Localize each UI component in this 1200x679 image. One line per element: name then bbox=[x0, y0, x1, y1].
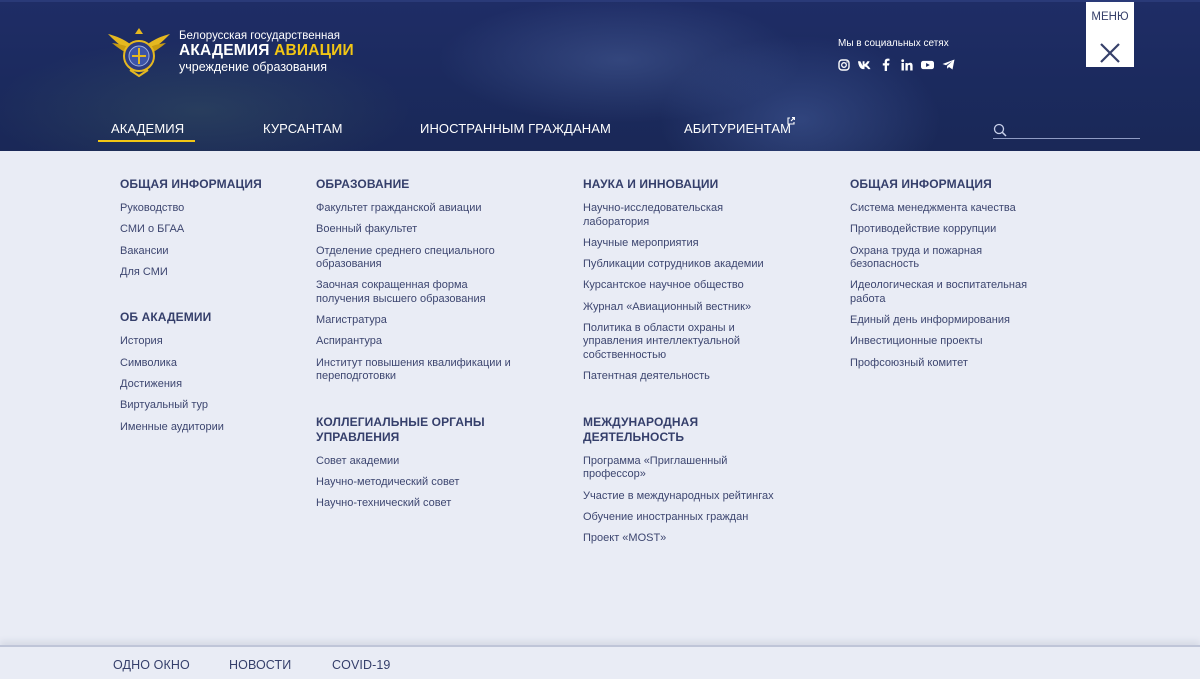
menu-link[interactable]: Журнал «Авиационный вестник» bbox=[583, 301, 788, 315]
menu-group-general-info-2: ОБЩАЯ ИНФОРМАЦИЯ Система менеджмента кач… bbox=[850, 177, 1050, 370]
menu-link[interactable]: Курсантское научное общество bbox=[583, 279, 788, 293]
menu-group-science: НАУКА И ИННОВАЦИИ Научно-исследовательск… bbox=[583, 177, 788, 384]
menu-link[interactable]: Руководство bbox=[120, 202, 300, 216]
brand-word-aviation: АВИАЦИИ bbox=[274, 42, 354, 59]
menu-link[interactable]: Отделение среднего специального образова… bbox=[316, 245, 521, 272]
menu-group-title: ОБ АКАДЕМИИ bbox=[120, 310, 212, 325]
menu-link[interactable]: Научные мероприятия bbox=[583, 237, 788, 251]
menu-group-title: ОБРАЗОВАНИЕ bbox=[316, 177, 410, 191]
external-link-icon bbox=[787, 117, 795, 125]
menu-link[interactable]: Магистратура bbox=[316, 314, 521, 328]
menu-link[interactable]: Публикации сотрудников академии bbox=[583, 258, 788, 272]
menu-link[interactable]: Обучение иностранных граждан bbox=[583, 511, 788, 525]
menu-link[interactable]: Патентная деятельность bbox=[583, 370, 788, 384]
footer-link-one-window[interactable]: ОДНО ОКНО bbox=[113, 658, 190, 672]
menu-group-title: НАУКА И ИННОВАЦИИ bbox=[583, 177, 719, 191]
menu-link[interactable]: Институт повышения квалификации и перепо… bbox=[316, 357, 521, 384]
menu-link[interactable]: Именные аудитории bbox=[120, 421, 300, 435]
menu-group-title: ОБЩАЯ ИНФОРМАЦИЯ bbox=[850, 177, 992, 191]
menu-link[interactable]: Виртуальный тур bbox=[120, 399, 300, 413]
close-icon bbox=[1100, 43, 1120, 63]
nav-item-academy[interactable]: АКАДЕМИЯ bbox=[111, 121, 184, 136]
menu-link[interactable]: СМИ о БГАА bbox=[120, 223, 300, 237]
menu-link[interactable]: Вакансии bbox=[120, 245, 300, 259]
menu-group-about: ОБ АКАДЕМИИ История Символика Достижения… bbox=[120, 310, 300, 434]
menu-close-button[interactable]: МЕНЮ bbox=[1086, 2, 1134, 67]
menu-group-education: ОБРАЗОВАНИЕ Факультет гражданской авиаци… bbox=[316, 177, 521, 384]
youtube-icon[interactable] bbox=[921, 58, 934, 71]
menu-link[interactable]: Для СМИ bbox=[120, 266, 300, 280]
search-icon[interactable] bbox=[993, 123, 1007, 137]
menu-link[interactable]: Охрана труда и пожарная безопасность bbox=[850, 245, 1050, 272]
social-title: Мы в социальных сетях bbox=[838, 38, 949, 49]
menu-link[interactable]: Противодействие коррупции bbox=[850, 223, 1050, 237]
brand-line-3: учреждение образования bbox=[179, 60, 327, 74]
vk-icon[interactable] bbox=[858, 58, 871, 71]
brand-line-1: Белорусская государственная bbox=[179, 30, 340, 42]
menu-column-3: НАУКА И ИННОВАЦИИ Научно-исследовательск… bbox=[583, 177, 788, 553]
menu-link[interactable]: Символика bbox=[120, 357, 300, 371]
menu-link[interactable]: Научно-исследовательская лаборатория bbox=[583, 202, 788, 229]
facebook-icon[interactable] bbox=[879, 58, 892, 71]
footer-link-covid[interactable]: COVID-19 bbox=[332, 658, 390, 672]
menu-link[interactable]: Программа «Приглашенный профессор» bbox=[583, 455, 788, 482]
menu-link[interactable]: Единый день информирования bbox=[850, 314, 1050, 328]
menu-link[interactable]: Аспирантура bbox=[316, 335, 521, 349]
menu-group-general-info: ОБЩАЯ ИНФОРМАЦИЯ Руководство СМИ о БГАА … bbox=[120, 177, 300, 279]
instagram-icon[interactable] bbox=[837, 58, 850, 71]
menu-link[interactable]: Достижения bbox=[120, 378, 300, 392]
nav-item-cadets[interactable]: КУРСАНТАМ bbox=[263, 121, 343, 136]
brand-word-academy: АКАДЕМИЯ bbox=[179, 42, 270, 59]
menu-label: МЕНЮ bbox=[1091, 11, 1129, 23]
menu-link[interactable]: Заочная сокращенная форма получения высш… bbox=[316, 279, 521, 306]
footer-link-news[interactable]: НОВОСТИ bbox=[229, 658, 291, 672]
menu-link[interactable]: Совет академии bbox=[316, 455, 521, 469]
menu-link[interactable]: Научно-методический совет bbox=[316, 476, 521, 490]
menu-column-2: ОБРАЗОВАНИЕ Факультет гражданской авиаци… bbox=[316, 177, 521, 519]
social-links bbox=[837, 58, 955, 71]
menu-link[interactable]: Идеологическая и воспитательная работа bbox=[850, 279, 1050, 306]
brand-title[interactable]: Белорусская государственная АКАДЕМИЯ АВИ… bbox=[179, 30, 354, 75]
telegram-icon[interactable] bbox=[942, 58, 955, 71]
menu-link[interactable]: Факультет гражданской авиации bbox=[316, 202, 521, 216]
menu-column-1: ОБЩАЯ ИНФОРМАЦИЯ Руководство СМИ о БГАА … bbox=[120, 177, 300, 442]
menu-link[interactable]: Инвестиционные проекты bbox=[850, 335, 1050, 349]
linkedin-icon[interactable] bbox=[900, 58, 913, 71]
menu-group-title: ОБЩАЯ ИНФОРМАЦИЯ bbox=[120, 177, 262, 191]
menu-link[interactable]: История bbox=[120, 335, 300, 349]
menu-group-international: МЕЖДУНАРОДНАЯ ДЕЯТЕЛЬНОСТЬ Программа «Пр… bbox=[583, 415, 788, 546]
menu-link[interactable]: Политика в области охраны и управления и… bbox=[583, 322, 788, 363]
menu-column-4: ОБЩАЯ ИНФОРМАЦИЯ Система менеджмента кач… bbox=[850, 177, 1050, 378]
search-input[interactable] bbox=[1009, 121, 1139, 138]
footer-bar: ОДНО ОКНО НОВОСТИ COVID-19 bbox=[0, 645, 1200, 679]
menu-link[interactable]: Профсоюзный комитет bbox=[850, 357, 1050, 371]
site-header: Белорусская государственная АКАДЕМИЯ АВИ… bbox=[0, 0, 1200, 151]
search-box bbox=[993, 121, 1140, 139]
academy-emblem-logo[interactable] bbox=[108, 26, 170, 78]
menu-link[interactable]: Проект «MOST» bbox=[583, 532, 788, 546]
menu-link[interactable]: Военный факультет bbox=[316, 223, 521, 237]
menu-link[interactable]: Научно-технический совет bbox=[316, 497, 521, 511]
search-underline bbox=[993, 138, 1140, 139]
menu-group-title: МЕЖДУНАРОДНАЯ ДЕЯТЕЛЬНОСТЬ bbox=[583, 414, 699, 444]
menu-group-title: КОЛЛЕГИАЛЬНЫЕ ОРГАНЫ УПРАВЛЕНИЯ bbox=[316, 414, 485, 444]
menu-link[interactable]: Система менеджмента качества bbox=[850, 202, 1050, 216]
menu-link[interactable]: Участие в международных рейтингах bbox=[583, 490, 788, 504]
nav-item-foreign-citizens[interactable]: ИНОСТРАННЫМ ГРАЖДАНАМ bbox=[420, 121, 611, 136]
nav-item-applicants[interactable]: АБИТУРИЕНТАМ bbox=[684, 121, 791, 136]
menu-group-governing-bodies: КОЛЛЕГИАЛЬНЫЕ ОРГАНЫ УПРАВЛЕНИЯ Совет ак… bbox=[316, 415, 521, 511]
brand-line-2: АКАДЕМИЯ АВИАЦИИ bbox=[179, 42, 354, 60]
active-nav-underline bbox=[98, 140, 195, 142]
